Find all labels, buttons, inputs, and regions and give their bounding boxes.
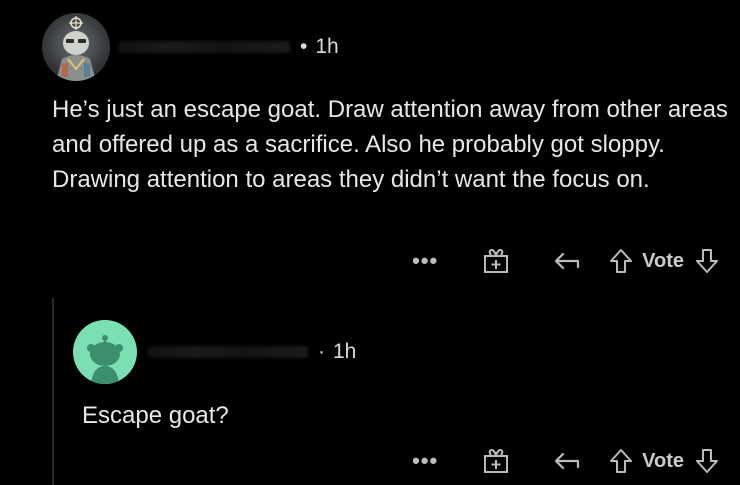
award-button[interactable]	[480, 444, 512, 478]
reply-comment-meta: · 1h	[148, 339, 356, 365]
comment-meta: • 1h	[118, 34, 339, 60]
vote-count: Vote	[642, 249, 684, 272]
reply-arrow-icon	[555, 452, 580, 470]
more-options-button[interactable]: •••	[406, 444, 444, 478]
redacted-username	[118, 41, 290, 53]
default-snoo-avatar-icon	[87, 335, 123, 384]
comment-thread: • 1h He’s just an escape goat. Draw atte…	[0, 0, 740, 485]
arrow-down-icon	[696, 449, 718, 473]
upvote-button[interactable]	[606, 444, 636, 478]
arrow-down-icon	[696, 249, 718, 273]
downvote-button[interactable]	[692, 444, 722, 478]
redacted-username	[148, 346, 308, 358]
comment-body: He’s just an escape goat. Draw attention…	[52, 96, 728, 193]
reply-comment-body: Escape goat?	[82, 402, 229, 429]
comment-timestamp: 1h	[333, 340, 357, 363]
reply-arrow-icon	[555, 252, 580, 270]
reply-button[interactable]	[550, 244, 584, 278]
arrow-up-icon	[610, 249, 633, 273]
meta-separator: •	[300, 35, 308, 58]
user-avatar[interactable]	[42, 13, 110, 81]
avatar-character-icon	[56, 16, 96, 81]
thread-line[interactable]	[52, 298, 54, 485]
reply-user-avatar[interactable]	[73, 320, 137, 384]
arrow-up-icon	[610, 449, 633, 473]
upvote-button[interactable]	[606, 244, 636, 278]
downvote-button[interactable]	[692, 244, 722, 278]
more-options-button[interactable]: •••	[406, 244, 444, 278]
gift-icon	[484, 448, 509, 473]
award-button[interactable]	[480, 244, 512, 278]
gift-icon	[484, 248, 509, 273]
comment-timestamp: 1h	[315, 35, 339, 58]
reply-button[interactable]	[550, 444, 584, 478]
vote-count: Vote	[642, 449, 684, 472]
reply-comment-actions: ••• Vote	[406, 444, 722, 478]
meta-separator: ·	[318, 340, 325, 363]
comment-actions: ••• Vote	[406, 244, 722, 278]
